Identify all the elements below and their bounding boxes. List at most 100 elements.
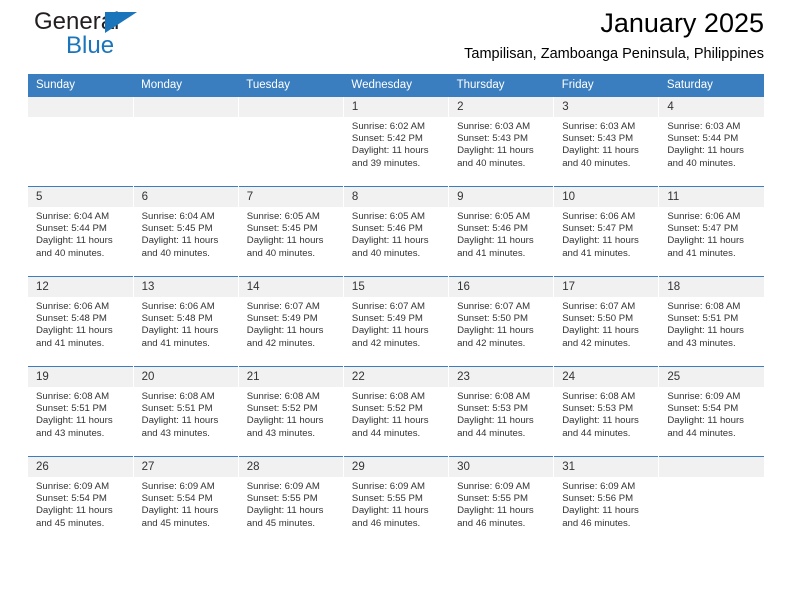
calendar-day-cell[interactable]: 11 Sunrise: 6:06 AM Sunset: 5:47 PM Dayligh… [658, 186, 764, 277]
daylight-text-line1: Daylight: 11 hours [36, 325, 113, 337]
day-number: 9 [449, 187, 554, 207]
day-number: 26 [28, 457, 133, 477]
calendar-day-cell[interactable]: 13 Sunrise: 6:06 AM Sunset: 5:48 PM Dayligh… [132, 276, 239, 367]
day-cell-inner: 22 Sunrise: 6:08 AM Sunset: 5:52 PM Dayligh… [343, 367, 449, 456]
day-cell-details: Sunrise: 6:08 AM Sunset: 5:53 PM Daylight:… [554, 387, 658, 440]
daylight-text-line2: and 44 minutes. [562, 427, 631, 439]
calendar-day-cell[interactable]: 5 Sunrise: 6:04 AM Sunset: 5:44 PM Daylight… [28, 186, 134, 277]
calendar-day-cell[interactable]: 21 Sunrise: 6:08 AM Sunset: 5:52 PM Dayligh… [237, 366, 344, 457]
day-cell-inner: 3 Sunrise: 6:03 AM Sunset: 5:43 PM Daylight… [554, 97, 659, 186]
sunrise-text: Sunrise: 6:09 AM [141, 481, 215, 492]
day-cell-details: Sunrise: 6:03 AM Sunset: 5:43 PM Daylight:… [554, 117, 658, 170]
day-cell-inner: 23 Sunrise: 6:08 AM Sunset: 5:53 PM Dayligh… [449, 367, 554, 456]
day-cell-details: Sunrise: 6:02 AM Sunset: 5:42 PM Daylight:… [344, 117, 448, 170]
calendar-week-row: 26 Sunrise: 6:09 AM Sunset: 5:54 PM Dayligh… [28, 456, 764, 546]
sunrise-text: Sunrise: 6:07 AM [457, 301, 531, 312]
calendar-day-cell[interactable]: 29 Sunrise: 6:09 AM Sunset: 5:55 PM Dayligh… [342, 456, 449, 546]
daylight-text-line2: and 40 minutes. [351, 247, 421, 259]
calendar-day-cell[interactable]: 30 Sunrise: 6:09 AM Sunset: 5:55 PM Dayligh… [448, 456, 554, 546]
sunset-text: Sunset: 5:47 PM [667, 223, 739, 235]
weekday-header-thursday: Thursday [448, 74, 554, 97]
calendar-day-cell[interactable]: 22 Sunrise: 6:08 AM Sunset: 5:52 PM Dayligh… [342, 366, 449, 457]
calendar-day-cell[interactable]: 10 Sunrise: 6:06 AM Sunset: 5:47 PM Dayligh… [553, 186, 659, 277]
day-number: 13 [133, 277, 238, 297]
sunrise-text: Sunrise: 6:08 AM [351, 391, 425, 402]
calendar-day-cell[interactable]: 31 Sunrise: 6:09 AM Sunset: 5:56 PM Dayligh… [553, 456, 659, 546]
calendar-day-cell[interactable]: 17 Sunrise: 6:07 AM Sunset: 5:50 PM Dayligh… [553, 276, 659, 367]
calendar-day-cell[interactable] [28, 96, 134, 187]
day-cell-inner: 24 Sunrise: 6:08 AM Sunset: 5:53 PM Dayligh… [554, 367, 659, 456]
day-cell-details: Sunrise: 6:03 AM Sunset: 5:44 PM Daylight:… [659, 117, 764, 170]
sunset-text: Sunset: 5:48 PM [36, 313, 107, 325]
daylight-text-line1: Daylight: 11 hours [457, 235, 534, 247]
sunrise-text: Sunrise: 6:03 AM [667, 121, 741, 132]
sunset-text: Sunset: 5:43 PM [457, 133, 528, 145]
daylight-text-line1: Daylight: 11 hours [457, 505, 534, 517]
calendar-day-cell[interactable]: 15 Sunrise: 6:07 AM Sunset: 5:49 PM Dayligh… [342, 276, 449, 367]
sunset-text: Sunset: 5:44 PM [667, 133, 739, 145]
day-cell-inner: 7 Sunrise: 6:05 AM Sunset: 5:45 PM Daylight… [238, 187, 343, 276]
day-number: 2 [449, 97, 554, 117]
calendar-day-cell[interactable]: 24 Sunrise: 6:08 AM Sunset: 5:53 PM Dayligh… [553, 366, 659, 457]
weekday-header-tuesday: Tuesday [238, 74, 344, 97]
calendar-day-cell[interactable]: 16 Sunrise: 6:07 AM Sunset: 5:50 PM Dayligh… [448, 276, 554, 367]
calendar-day-cell[interactable]: 6 Sunrise: 6:04 AM Sunset: 5:45 PM Daylight… [132, 186, 239, 277]
calendar-day-cell[interactable]: 19 Sunrise: 6:08 AM Sunset: 5:51 PM Dayligh… [28, 366, 134, 457]
sunset-text: Sunset: 5:51 PM [667, 313, 739, 325]
page-header: General Blue January 2025 Tampilisan, Za… [28, 0, 764, 74]
calendar-day-cell[interactable] [132, 96, 239, 187]
daylight-text-line2: and 43 minutes. [141, 427, 210, 439]
day-number: 25 [659, 367, 764, 387]
calendar-day-cell[interactable] [658, 456, 764, 546]
calendar-day-cell[interactable]: 1 Sunrise: 6:02 AM Sunset: 5:42 PM Daylight… [342, 96, 449, 187]
calendar-day-cell[interactable]: 9 Sunrise: 6:05 AM Sunset: 5:46 PM Daylight… [448, 186, 554, 277]
day-cell-details: Sunrise: 6:05 AM Sunset: 5:45 PM Daylight:… [239, 207, 343, 260]
calendar-day-cell[interactable]: 28 Sunrise: 6:09 AM Sunset: 5:55 PM Dayligh… [237, 456, 344, 546]
day-cell-inner: 28 Sunrise: 6:09 AM Sunset: 5:55 PM Dayligh… [238, 457, 343, 546]
calendar-day-cell[interactable]: 23 Sunrise: 6:08 AM Sunset: 5:53 PM Dayligh… [448, 366, 554, 457]
calendar-day-cell[interactable]: 12 Sunrise: 6:06 AM Sunset: 5:48 PM Dayligh… [28, 276, 134, 367]
calendar-week-row: 1 Sunrise: 6:02 AM Sunset: 5:42 PM Daylight… [28, 96, 764, 187]
calendar-day-cell[interactable]: 27 Sunrise: 6:09 AM Sunset: 5:54 PM Dayligh… [132, 456, 239, 546]
day-cell-inner: 26 Sunrise: 6:09 AM Sunset: 5:54 PM Dayligh… [28, 457, 133, 546]
day-cell-details: Sunrise: 6:06 AM Sunset: 5:48 PM Daylight:… [28, 297, 133, 350]
daylight-text-line2: and 43 minutes. [246, 427, 316, 439]
calendar-day-cell[interactable]: 3 Sunrise: 6:03 AM Sunset: 5:43 PM Daylight… [553, 96, 659, 187]
day-number [238, 97, 343, 117]
calendar-day-cell[interactable]: 25 Sunrise: 6:09 AM Sunset: 5:54 PM Dayligh… [658, 366, 764, 457]
day-number: 15 [343, 277, 449, 297]
daylight-text-line2: and 41 minutes. [36, 337, 105, 349]
day-cell-details: Sunrise: 6:04 AM Sunset: 5:45 PM Daylight:… [134, 207, 238, 260]
calendar-day-cell[interactable]: 4 Sunrise: 6:03 AM Sunset: 5:44 PM Daylight… [658, 96, 764, 187]
calendar-day-cell[interactable]: 26 Sunrise: 6:09 AM Sunset: 5:54 PM Dayligh… [28, 456, 134, 546]
day-cell-inner: 5 Sunrise: 6:04 AM Sunset: 5:44 PM Daylight… [28, 187, 133, 276]
daylight-text-line1: Daylight: 11 hours [667, 235, 744, 247]
calendar-day-cell[interactable] [237, 96, 344, 187]
daylight-text-line2: and 44 minutes. [351, 427, 421, 439]
calendar-page: General Blue January 2025 Tampilisan, Za… [0, 0, 792, 612]
day-number: 7 [238, 187, 343, 207]
day-number: 16 [449, 277, 554, 297]
daylight-text-line2: and 40 minutes. [36, 247, 105, 259]
daylight-text-line1: Daylight: 11 hours [667, 415, 744, 427]
sunset-text: Sunset: 5:56 PM [562, 493, 634, 505]
calendar-day-cell[interactable]: 8 Sunrise: 6:05 AM Sunset: 5:46 PM Daylight… [342, 186, 449, 277]
day-cell-inner: 13 Sunrise: 6:06 AM Sunset: 5:48 PM Dayligh… [133, 277, 238, 366]
daylight-text-line2: and 44 minutes. [667, 427, 736, 439]
general-blue-logo[interactable]: General Blue [34, 8, 224, 66]
weekday-header-sunday: Sunday [28, 74, 134, 97]
daylight-text-line1: Daylight: 11 hours [457, 415, 534, 427]
day-cell-details: Sunrise: 6:09 AM Sunset: 5:55 PM Daylight:… [449, 477, 553, 530]
calendar-day-cell[interactable]: 20 Sunrise: 6:08 AM Sunset: 5:51 PM Dayligh… [132, 366, 239, 457]
calendar-day-cell[interactable]: 18 Sunrise: 6:08 AM Sunset: 5:51 PM Dayligh… [658, 276, 764, 367]
day-cell-details: Sunrise: 6:07 AM Sunset: 5:50 PM Daylight:… [554, 297, 658, 350]
calendar-day-cell[interactable]: 2 Sunrise: 6:03 AM Sunset: 5:43 PM Daylight… [448, 96, 554, 187]
calendar-day-cell[interactable]: 14 Sunrise: 6:07 AM Sunset: 5:49 PM Dayligh… [237, 276, 344, 367]
sunset-text: Sunset: 5:50 PM [562, 313, 634, 325]
day-cell-inner: 25 Sunrise: 6:09 AM Sunset: 5:54 PM Dayligh… [659, 367, 764, 456]
day-cell-inner: 4 Sunrise: 6:03 AM Sunset: 5:44 PM Daylight… [659, 97, 764, 186]
daylight-text-line1: Daylight: 11 hours [141, 325, 219, 337]
day-cell-inner: 19 Sunrise: 6:08 AM Sunset: 5:51 PM Dayligh… [28, 367, 133, 456]
calendar-day-cell[interactable]: 7 Sunrise: 6:05 AM Sunset: 5:45 PM Daylight… [237, 186, 344, 277]
location-subtitle: Tampilisan, Zamboanga Peninsula, Philipp… [464, 46, 764, 62]
